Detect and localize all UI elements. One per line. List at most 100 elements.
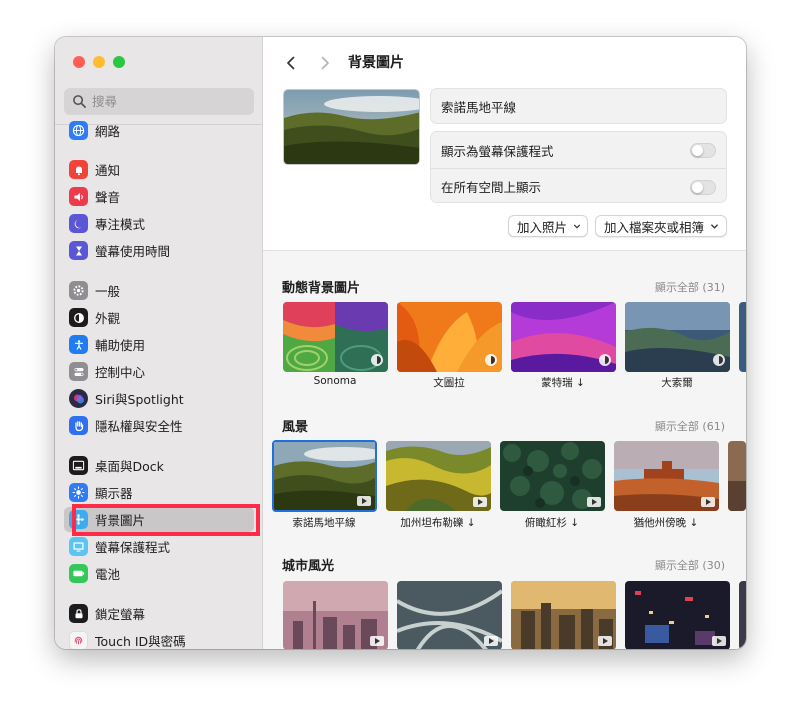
close-window-button[interactable] (73, 56, 85, 68)
forward-button[interactable] (315, 53, 335, 73)
wallpaper-thumb-city-4[interactable] (625, 581, 730, 649)
gear-icon (69, 281, 88, 300)
sidebar-item-label: 螢幕使用時間 (95, 244, 171, 259)
sidebar-item-displays[interactable]: 顯示器 (64, 480, 254, 505)
wallpaper-thumb-city-1[interactable] (283, 581, 388, 649)
wallpaper-thumb-city-3[interactable] (511, 581, 616, 649)
show-all-dynamic-link[interactable]: 顯示全部 (31) (655, 279, 725, 295)
dynamic-badge-icon (599, 354, 611, 366)
wallpaper-thumb-partial[interactable] (728, 441, 746, 511)
sidebar-item-touch-id-password[interactable]: Touch ID與密碼 (64, 628, 254, 649)
wallpaper-thumb-monterey[interactable] (511, 302, 616, 372)
sidebar-item-screen-saver[interactable]: 螢幕保護程式 (64, 534, 254, 559)
zoom-window-button[interactable] (113, 56, 125, 68)
sidebar-item-sound[interactable]: 聲音 (64, 184, 254, 209)
bell-icon (69, 160, 88, 179)
chevron-down-icon (574, 224, 581, 229)
sidebar-item-siri-spotlight[interactable]: Siri與Spotlight (64, 386, 254, 411)
wallpaper-label: 俯瞰紅杉 ↓ (524, 517, 580, 529)
sun-icon (69, 483, 88, 502)
fingerprint-icon (69, 631, 88, 649)
video-play-icon (473, 497, 487, 507)
globe-icon (69, 121, 88, 140)
accessibility-icon (69, 335, 88, 354)
option-row-all-spaces: 在所有空間上顯示 (431, 168, 726, 204)
wallpaper-label: 文圖拉 (433, 377, 465, 389)
search-input[interactable] (92, 94, 252, 109)
dynamic-badge-icon (713, 354, 725, 366)
back-button[interactable] (281, 53, 301, 73)
show-on-all-spaces-toggle[interactable] (690, 180, 716, 195)
sidebar-item-control-center[interactable]: 控制中心 (64, 359, 254, 384)
current-wallpaper-preview (283, 89, 420, 165)
toggles-icon (69, 362, 88, 381)
sidebar-item-lock-screen[interactable]: 鎖定螢幕 (64, 601, 254, 626)
video-play-icon (712, 636, 726, 646)
search-field[interactable] (64, 88, 254, 115)
video-play-icon (357, 496, 371, 506)
wallpaper-thumb-ventura[interactable] (397, 302, 502, 372)
sidebar-item-label: 螢幕保護程式 (95, 540, 171, 555)
sidebar-item-privacy-security[interactable]: 隱私權與安全性 (64, 413, 254, 438)
sidebar-item-label: 網路 (95, 124, 121, 139)
siri-icon (69, 389, 88, 408)
screensaver-icon (69, 537, 88, 556)
sidebar-item-label: 背景圖片 (95, 513, 146, 528)
sidebar-item-label: 桌面與Dock (95, 459, 164, 474)
sidebar-item-appearance[interactable]: 外觀 (64, 305, 254, 330)
sidebar-item-label: 專注模式 (95, 217, 146, 232)
sidebar-item-focus[interactable]: 專注模式 (64, 211, 254, 236)
battery-icon (69, 564, 88, 583)
appearance-icon (69, 308, 88, 327)
sidebar-item-battery[interactable]: 電池 (64, 561, 254, 586)
wallpaper-thumb-temblor[interactable] (386, 441, 491, 511)
show-all-cityscape-link[interactable]: 顯示全部 (30) (655, 557, 725, 573)
hand-icon (69, 416, 88, 435)
sidebar-item-general[interactable]: 一般 (64, 278, 254, 303)
sidebar-item-label: 電池 (95, 567, 121, 582)
sidebar-item-label: 控制中心 (95, 365, 146, 380)
wallpaper-thumb-sonoma[interactable] (283, 302, 388, 372)
option-row-screensaver: 顯示為螢幕保護程式 (431, 132, 726, 168)
wallpaper-label: Sonoma (313, 375, 357, 387)
video-play-icon (598, 636, 612, 646)
button-label: 加入照片 (517, 219, 568, 235)
moon-icon (69, 214, 88, 233)
minimize-window-button[interactable] (93, 56, 105, 68)
sidebar-item-accessibility[interactable]: 輔助使用 (64, 332, 254, 357)
wallpaper-label: 索諾馬地平線 (292, 517, 356, 529)
main-panel: 背景圖片 索諾馬地平線 顯示為螢幕保護程式 在所有空間上顯示 加入照片 加入檔案… (263, 37, 746, 649)
wallpaper-label: 大索爾 (661, 377, 693, 389)
video-play-icon (701, 497, 715, 507)
dynamic-badge-icon (371, 354, 383, 366)
wallpaper-icon (69, 510, 88, 529)
wallpaper-thumb-sonoma-horizon[interactable] (272, 440, 377, 512)
sidebar-item-network[interactable]: 網路 (64, 118, 254, 143)
wallpaper-label: 蒙特瑞 ↓ (541, 377, 585, 389)
wallpaper-thumb-redwoods[interactable] (500, 441, 605, 511)
sidebar-item-screen-time[interactable]: 螢幕使用時間 (64, 238, 254, 263)
wallpaper-thumb-city-2[interactable] (397, 581, 502, 649)
add-photo-button[interactable]: 加入照片 (508, 215, 588, 237)
add-folder-album-button[interactable]: 加入檔案夾或相簿 (595, 215, 727, 237)
wallpaper-thumb-big-sur[interactable] (625, 302, 730, 372)
section-title-landscape: 風景 (282, 420, 309, 435)
dynamic-badge-icon (485, 354, 497, 366)
wallpaper-thumb-partial[interactable] (739, 302, 746, 372)
sidebar-item-wallpaper[interactable]: 背景圖片 (64, 507, 254, 532)
show-as-screensaver-toggle[interactable] (690, 143, 716, 158)
show-all-landscape-link[interactable]: 顯示全部 (61) (655, 418, 725, 434)
wallpaper-label: 猶他州傍晚 ↓ (633, 517, 699, 529)
chevron-left-icon (287, 56, 295, 70)
sidebar-item-label: 顯示器 (95, 486, 133, 501)
sidebar-item-notifications[interactable]: 通知 (64, 157, 254, 182)
sidebar-item-desktop-dock[interactable]: 桌面與Dock (64, 453, 254, 478)
section-title-dynamic: 動態背景圖片 (282, 281, 361, 296)
wallpaper-options: 顯示為螢幕保護程式 在所有空間上顯示 (430, 131, 727, 203)
wallpaper-thumb-partial[interactable] (739, 581, 746, 649)
sidebar-item-label: 一般 (95, 284, 121, 299)
wallpaper-gallery[interactable]: 動態背景圖片 顯示全部 (31) Sonoma 文圖拉 蒙特瑞 ↓ 大索爾 風景… (263, 250, 746, 649)
wallpaper-thumb-utah-evening[interactable] (614, 441, 719, 511)
page-title: 背景圖片 (348, 55, 404, 71)
section-title-cityscape: 城市風光 (282, 559, 335, 574)
